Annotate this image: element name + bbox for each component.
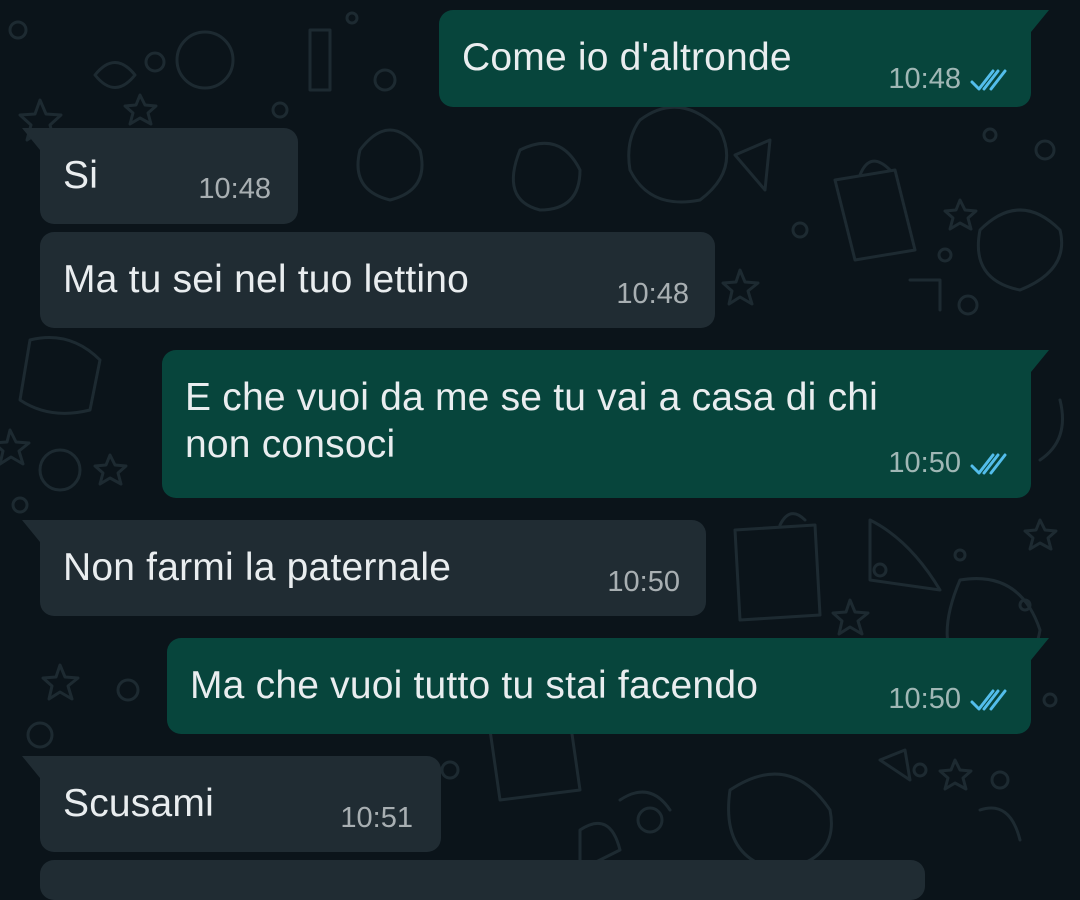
message-meta: 10:50 xyxy=(607,566,680,599)
message-time: 10:50 xyxy=(888,447,961,479)
message-bubble-incoming[interactable]: Non farmi la paternale 10:50 xyxy=(22,520,706,616)
message-text: Non farmi la paternale xyxy=(63,546,452,589)
double-check-icon xyxy=(970,453,1007,474)
message-meta: 10:48 xyxy=(616,278,689,311)
message-bubble-outgoing[interactable]: Come io d'altronde 10:48 xyxy=(439,10,1049,107)
bubble-tail xyxy=(1031,638,1049,660)
message-meta: 10:50 xyxy=(888,447,1009,480)
message-time: 10:50 xyxy=(888,683,961,715)
bubble-tail xyxy=(22,128,40,150)
message-bubble-incoming[interactable]: Scusami 10:51 xyxy=(22,756,441,852)
message-text: Si xyxy=(63,154,99,197)
message-text: Scusami xyxy=(63,782,214,825)
message-bubble-outgoing[interactable]: Ma che vuoi tutto tu stai facendo 10:50 xyxy=(167,638,1049,734)
message-text: E che vuoi da me se tu vai a casa di chi… xyxy=(185,376,879,466)
message-meta: 10:48 xyxy=(198,173,271,206)
message-bubble-incoming[interactable]: Ma tu sei nel tuo lettino 10:48 xyxy=(40,232,715,328)
bubble-tail xyxy=(22,520,40,542)
message-time: 10:50 xyxy=(607,566,680,598)
message-text: Ma tu sei nel tuo lettino xyxy=(63,258,470,301)
double-check-icon xyxy=(970,689,1007,710)
message-text: Ma che vuoi tutto tu stai facendo xyxy=(190,664,759,707)
double-check-icon xyxy=(970,69,1007,90)
message-time: 10:51 xyxy=(340,802,413,834)
message-text: Come io d'altronde xyxy=(462,36,792,79)
message-bubble-incoming-partial[interactable] xyxy=(40,860,925,900)
bubble-tail xyxy=(1031,10,1049,32)
message-time: 10:48 xyxy=(198,173,271,205)
message-time: 10:48 xyxy=(616,278,689,310)
message-time: 10:48 xyxy=(888,63,961,95)
chat-message-list[interactable]: Come io d'altronde 10:48 Si 10:48 Ma tu … xyxy=(0,0,1080,900)
bubble-tail xyxy=(1031,350,1049,372)
bubble-tail xyxy=(22,756,40,778)
message-meta: 10:48 xyxy=(888,63,1009,96)
message-bubble-outgoing[interactable]: E che vuoi da me se tu vai a casa di chi… xyxy=(162,350,1049,498)
message-bubble-incoming[interactable]: Si 10:48 xyxy=(22,128,298,224)
message-meta: 10:50 xyxy=(888,683,1009,716)
message-meta: 10:51 xyxy=(340,802,413,835)
